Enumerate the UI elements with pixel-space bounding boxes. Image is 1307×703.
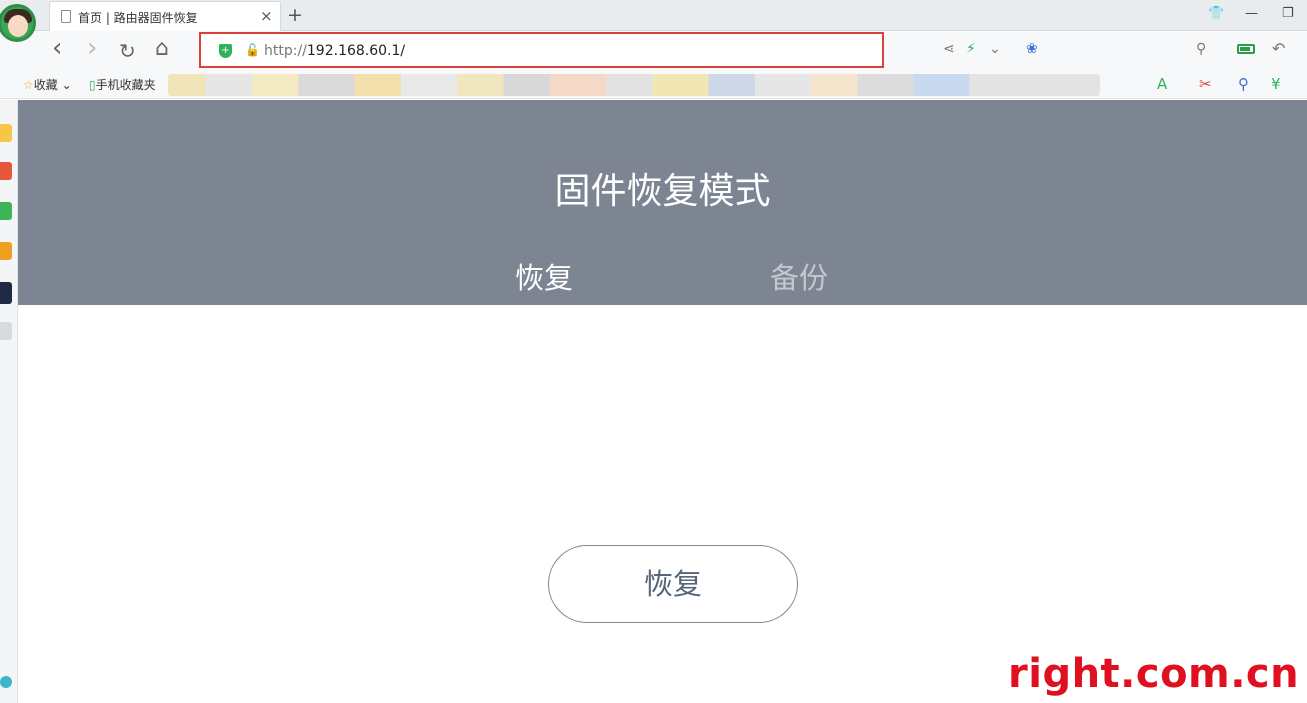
minimize-icon[interactable]: — [1245, 6, 1258, 21]
magnifier-icon[interactable]: ⚲ [1238, 75, 1249, 93]
sidebar-doc-icon[interactable] [0, 322, 12, 340]
star-icon: ☆ [23, 78, 34, 92]
security-shield-icon[interactable]: + [219, 44, 232, 58]
navigation-bar: ‹ › ↻ ⌂ + 🔓 http://192.168.60.1/ ⋖ ⚡ ⌄ ❀… [0, 31, 1307, 70]
home-icon[interactable]: ⌂ [155, 36, 169, 61]
tab-backup[interactable]: 备份 [770, 255, 828, 297]
skin-icon[interactable]: 👕 [1208, 6, 1224, 21]
restore-window-icon[interactable]: ❐ [1282, 6, 1294, 21]
sidebar-star-icon[interactable] [0, 124, 12, 142]
url-text[interactable]: http://192.168.60.1/ [264, 43, 405, 59]
sidebar-news-icon[interactable] [0, 282, 12, 304]
avatar-face [8, 15, 28, 37]
tab-title: 首页 | 路由器固件恢复 [78, 11, 198, 25]
accelerate-icon[interactable]: ⚡ [966, 41, 976, 57]
bookmark-favorites[interactable]: ☆收藏 ⌄ [23, 76, 72, 93]
phone-icon: ▯ [89, 78, 96, 92]
url-host: 192.168.60.1/ [306, 43, 406, 59]
translate-icon[interactable]: A [1157, 75, 1167, 93]
forward-icon[interactable]: › [87, 33, 97, 63]
restore-button[interactable]: 恢复 [548, 545, 798, 623]
tab-restore[interactable]: 恢复 [515, 255, 573, 297]
undo-icon[interactable]: ↶ [1272, 39, 1285, 58]
reload-icon[interactable]: ↻ [119, 39, 136, 63]
search-icon[interactable]: ⚲ [1196, 41, 1206, 57]
sidebar-weibo-icon[interactable] [0, 162, 12, 180]
scissors-icon[interactable]: ✂ [1199, 75, 1212, 93]
watermark: right.com.cn [1008, 651, 1300, 697]
page-header: 固件恢复模式 恢复 备份 [18, 100, 1307, 305]
tab-close-icon[interactable]: × [260, 7, 273, 25]
yen-shield-icon[interactable]: ¥ [1271, 75, 1281, 93]
favorites-label: 收藏 [33, 78, 58, 92]
baidu-paw-icon[interactable]: ❀ [1026, 41, 1038, 57]
mobile-favorites-label: 手机收藏夹 [95, 78, 156, 92]
blurred-bookmarks [168, 74, 1100, 96]
left-sidebar [0, 100, 18, 703]
chevron-down-icon[interactable]: ⌄ [989, 41, 1001, 57]
sidebar-badge-icon[interactable] [0, 202, 12, 220]
browser-tab[interactable]: 首页 | 路由器固件恢复 × [49, 1, 281, 31]
address-bar[interactable]: + 🔓 http://192.168.60.1/ [199, 32, 884, 68]
browser-tab-bar: 首页 | 路由器固件恢复 × + 👕 — ❐ [0, 0, 1307, 31]
bookmark-mobile-favorites[interactable]: ▯手机收藏夹 [89, 76, 156, 93]
url-protocol: http:// [264, 43, 307, 59]
battery-icon[interactable] [1237, 44, 1255, 54]
back-icon[interactable]: ‹ [52, 33, 62, 63]
insecure-lock-icon: 🔓 [245, 43, 260, 57]
new-tab-icon[interactable]: + [287, 4, 303, 26]
page-title: 固件恢复模式 [554, 171, 771, 212]
sidebar-note-icon[interactable] [0, 242, 12, 260]
share-icon[interactable]: ⋖ [943, 41, 955, 57]
bookmarks-bar: ☆收藏 ⌄ ▯手机收藏夹 A ✂ ⚲ ¥ [0, 70, 1307, 99]
sidebar-assistant-icon[interactable] [0, 676, 12, 688]
page-icon [61, 10, 71, 23]
